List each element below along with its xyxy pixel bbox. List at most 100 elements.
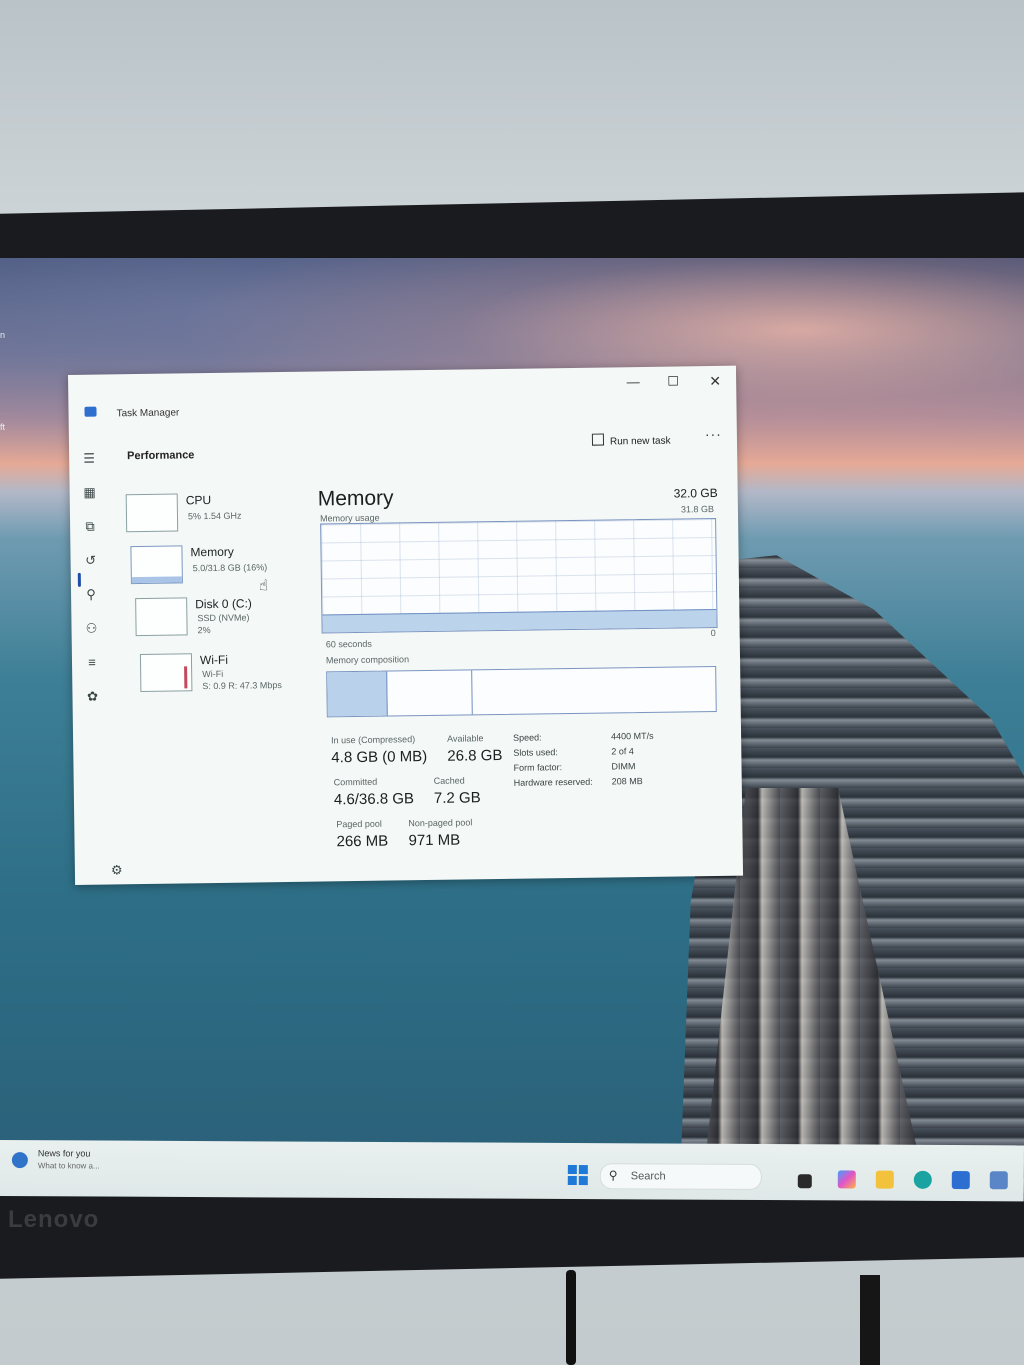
- more-options-button[interactable]: ···: [705, 426, 722, 442]
- device-sub: 5% 1.54 GHz: [187, 510, 242, 522]
- time-axis-label: 60 seconds: [325, 638, 372, 650]
- task-manager-taskbar-icon[interactable]: [989, 1171, 1008, 1190]
- stat-cached: Cached 7.2 GB: [434, 775, 481, 807]
- stat-available: Available 26.8 GB: [447, 733, 502, 765]
- composition-modified[interactable]: [387, 670, 473, 716]
- device-sub: SSD (NVMe): [197, 612, 250, 624]
- stat-label: In use (Compressed): [331, 734, 416, 746]
- composition-in-use[interactable]: [327, 671, 388, 717]
- hamburger-menu-icon[interactable]: ☰: [81, 451, 97, 467]
- spec-speed-value: 4400 MT/s: [611, 730, 654, 742]
- minimize-button[interactable]: —: [620, 371, 646, 393]
- close-button[interactable]: ✕: [702, 370, 728, 392]
- run-new-task-label: Run new task: [609, 435, 671, 448]
- memory-total: 32.0 GB: [673, 485, 718, 501]
- task-manager-window: Task Manager — ☐ ✕ ☰ ▦ ⧉ ↺ ⚲ ⚇ ≡ ✿ ⚙ Per…: [68, 365, 744, 885]
- device-name: Wi-Fi: [199, 652, 229, 668]
- wifi-thumbnail-graph: [139, 653, 193, 693]
- copilot-icon[interactable]: [837, 1170, 856, 1189]
- run-task-icon: [591, 433, 605, 446]
- device-sub: Wi-Fi: [202, 668, 224, 680]
- spec-speed-label: Speed:: [513, 732, 542, 743]
- taskbar: News for you What to know a... ⚲ Search: [0, 1140, 1024, 1202]
- spec-reserved-value: 208 MB: [611, 776, 643, 787]
- stat-value: 7.2 GB: [433, 789, 481, 807]
- mouse-pointer-icon: ☝: [258, 577, 269, 595]
- app-history-icon[interactable]: ↺: [82, 553, 98, 569]
- stat-value: 26.8 GB: [447, 746, 503, 765]
- spec-form-value: DIMM: [611, 761, 636, 772]
- memory-thumbnail-fill: [131, 576, 182, 584]
- nav-rail: ☰ ▦ ⧉ ↺ ⚲ ⚇ ≡ ✿: [69, 434, 115, 875]
- monitor-stand: [860, 1275, 880, 1365]
- news-title: News for you: [37, 1148, 91, 1159]
- details-icon[interactable]: ≡: [84, 655, 100, 671]
- memory-composition-label: Memory composition: [325, 654, 410, 666]
- settings-gear-icon[interactable]: ⚙: [111, 862, 123, 878]
- file-explorer-icon[interactable]: [875, 1170, 894, 1189]
- maximize-button[interactable]: ☐: [660, 370, 686, 392]
- graph-zero-label: 0: [710, 627, 716, 639]
- windows-logo-tile: [567, 1175, 577, 1186]
- device-sub-2: 2%: [197, 625, 211, 636]
- device-list: CPU 5% 1.54 GHz Memory 5.0/31.8 GB (16%)…: [125, 482, 306, 693]
- device-name: Memory: [190, 544, 234, 560]
- stat-label: Paged pool: [336, 818, 382, 830]
- device-item-wifi[interactable]: Wi-Fi Wi-Fi S: 0.9 R: 47.3 Mbps: [128, 652, 309, 703]
- store-icon[interactable]: [951, 1170, 970, 1190]
- stat-paged-pool: Paged pool 266 MB: [336, 819, 388, 851]
- device-item-memory[interactable]: Memory 5.0/31.8 GB (16%): [126, 544, 307, 595]
- stat-value: 971 MB: [408, 831, 461, 850]
- performance-icon[interactable]: ⧉: [82, 519, 98, 535]
- nav-selection-indicator: [77, 572, 81, 587]
- task-view-icon[interactable]: [797, 1174, 812, 1189]
- spec-form-label: Form factor:: [513, 762, 563, 773]
- start-button[interactable]: [567, 1164, 588, 1186]
- stat-nonpaged-pool: Non-paged pool 971 MB: [408, 817, 472, 849]
- device-sub-2: S: 0.9 R: 47.3 Mbps: [202, 680, 282, 692]
- news-subtitle: What to know a...: [37, 1161, 100, 1171]
- task-manager-app-icon: [84, 406, 97, 417]
- processes-icon[interactable]: ▦: [82, 485, 98, 501]
- desktop-icon-label-2[interactable]: ft: [0, 422, 5, 432]
- wifi-activity-line: [184, 666, 188, 689]
- device-name: CPU: [185, 493, 212, 508]
- windows-logo-tile: [578, 1165, 588, 1175]
- device-sub: 5.0/31.8 GB (16%): [192, 562, 268, 574]
- news-weather-icon: [11, 1152, 28, 1169]
- device-item-disk[interactable]: Disk 0 (C:) SSD (NVMe) 2%: [127, 596, 308, 647]
- memory-usage-graph: [320, 517, 718, 634]
- memory-thumbnail-graph: [130, 545, 183, 585]
- desktop-icon-label[interactable]: n: [0, 330, 5, 340]
- memory-title: Memory: [317, 486, 394, 511]
- stat-label: Available: [447, 733, 484, 744]
- memory-composition-bar[interactable]: [326, 665, 717, 718]
- stat-in-use: In use (Compressed) 4.8 GB (0 MB): [331, 734, 427, 766]
- memory-panel: Memory 32.0 GB Memory usage 31.8 GB 60 s…: [318, 476, 718, 850]
- users-icon[interactable]: ⚇: [83, 621, 99, 637]
- stat-value: 4.6/36.8 GB: [333, 790, 415, 809]
- spec-slots-value: 2 of 4: [611, 746, 634, 757]
- services-icon[interactable]: ✿: [84, 689, 100, 705]
- stat-label: Committed: [333, 776, 378, 788]
- edge-browser-icon[interactable]: [913, 1170, 932, 1189]
- search-placeholder: Search: [630, 1170, 666, 1183]
- startup-apps-icon[interactable]: ⚲: [83, 587, 99, 603]
- memory-usage-max: 31.8 GB: [680, 503, 715, 515]
- stat-committed: Committed 4.6/36.8 GB: [333, 776, 415, 809]
- windows-logo-tile: [578, 1176, 588, 1186]
- run-new-task-button[interactable]: Run new task: [591, 433, 671, 448]
- window-title: Task Manager: [116, 407, 180, 420]
- taskbar-search-box[interactable]: ⚲ Search: [599, 1163, 762, 1190]
- device-name: Disk 0 (C:): [195, 596, 252, 612]
- disk-thumbnail-graph: [135, 597, 188, 637]
- device-item-cpu[interactable]: CPU 5% 1.54 GHz: [125, 492, 307, 543]
- search-icon: ⚲: [608, 1168, 618, 1183]
- spec-slots-label: Slots used:: [513, 747, 558, 758]
- windows-logo-tile: [567, 1164, 577, 1175]
- cpu-thumbnail-graph: [125, 493, 179, 533]
- memory-usage-area: [322, 608, 717, 633]
- title-bar[interactable]: Task Manager — ☐ ✕: [68, 366, 736, 419]
- stat-label: Cached: [433, 775, 465, 786]
- stat-label: Non-paged pool: [408, 817, 473, 829]
